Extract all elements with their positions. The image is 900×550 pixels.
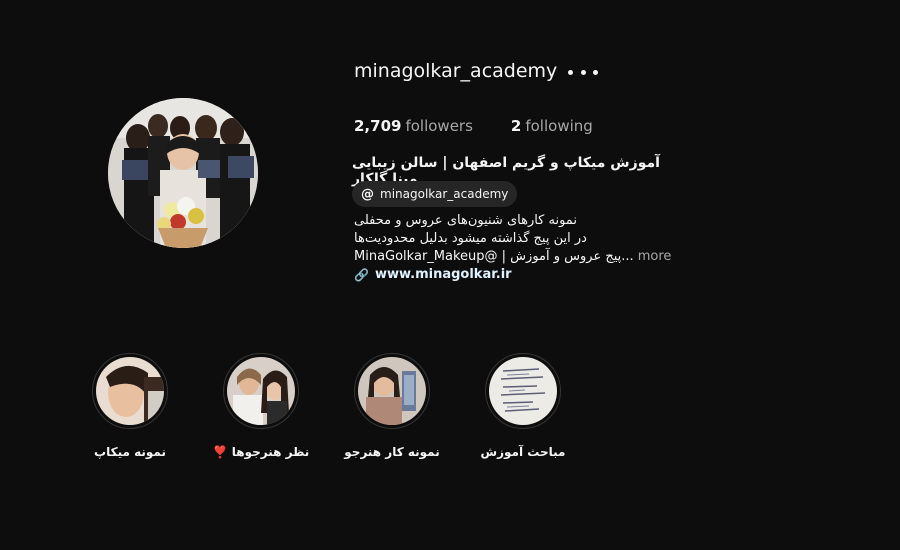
highlight-ring xyxy=(354,353,430,429)
highlight-ring xyxy=(223,353,299,429)
highlight-item[interactable]: مباحث آموزش xyxy=(448,353,598,459)
threads-icon: @ xyxy=(361,186,374,202)
bio-line: در این پیج گذاشته میشود بدلیل محدودیت‌ها xyxy=(354,231,587,246)
bio-line: نمونه کارهای شنیون‌های عروس و محفلی xyxy=(354,213,577,228)
highlight-cover xyxy=(227,357,295,425)
highlight-item[interactable]: نظر هنرجوها ❣️ xyxy=(186,353,336,459)
highlight-cover xyxy=(489,357,557,425)
highlight-cover xyxy=(96,357,164,425)
website-url: www.minagolkar.ir xyxy=(374,267,512,282)
highlight-label: نظر هنرجوها ❣️ xyxy=(212,445,310,459)
following-label: following xyxy=(525,117,593,135)
highlight-image xyxy=(96,357,164,425)
highlight-label: نمونه کار هنرجو xyxy=(344,445,440,459)
link-icon: 🔗 xyxy=(354,267,369,282)
following-stat[interactable]: 2 following xyxy=(511,117,593,135)
highlight-label: مباحث آموزش xyxy=(480,445,566,459)
highlight-item[interactable]: نمونه میکاپ xyxy=(55,353,205,459)
following-count: 2 xyxy=(510,117,522,135)
highlight-cover xyxy=(358,357,426,425)
highlight-label: نمونه میکاپ xyxy=(94,445,166,459)
dot xyxy=(568,69,573,75)
bio-line-last: MinaGolkar_Makeup@ | پیج عروس و آموزش...… xyxy=(354,248,674,266)
profile-stats: 2,709 followers 2 following xyxy=(354,117,593,135)
bio-line: MinaGolkar_Makeup@ | پیج عروس و آموزش... xyxy=(354,249,634,264)
profile-avatar[interactable] xyxy=(108,98,258,248)
followers-count: 2,709 xyxy=(354,117,402,135)
highlight-ring xyxy=(92,353,168,429)
followers-stat[interactable]: 2,709 followers xyxy=(354,117,473,135)
bio-more-link[interactable]: more xyxy=(638,249,672,264)
highlight-ring xyxy=(485,353,561,429)
threads-handle: minagolkar_academy xyxy=(380,187,509,201)
dot xyxy=(593,69,598,75)
profile-bio: نمونه کارهای شنیون‌های عروس و محفلی در ا… xyxy=(354,212,674,266)
dot xyxy=(580,69,586,75)
highlight-item[interactable]: نمونه کار هنرجو xyxy=(317,353,467,459)
more-options-icon[interactable] xyxy=(568,60,598,84)
followers-label: followers xyxy=(405,117,473,135)
highlight-image xyxy=(358,357,426,425)
highlight-image xyxy=(489,357,557,425)
profile-website[interactable]: 🔗 www.minagolkar.ir xyxy=(354,267,512,282)
highlight-image xyxy=(227,357,295,425)
avatar-photo xyxy=(108,98,258,248)
threads-badge[interactable]: @ minagolkar_academy xyxy=(352,181,518,207)
profile-username: minagolkar_academy xyxy=(354,60,558,82)
